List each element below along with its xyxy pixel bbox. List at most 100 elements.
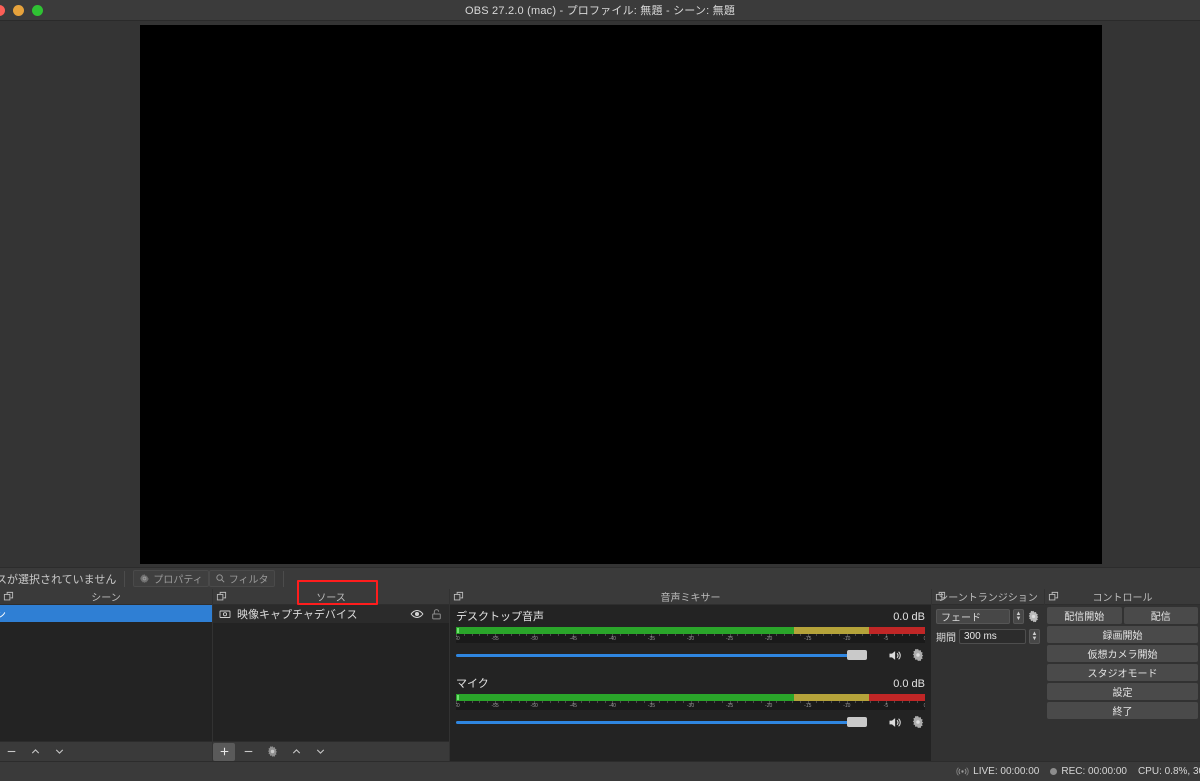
float-icon[interactable] — [3, 591, 14, 602]
meter-minor-tick — [839, 701, 841, 703]
duration-stepper[interactable]: ▲ ▼ — [1029, 629, 1040, 644]
meter-minor-tick — [753, 701, 755, 703]
exit-button[interactable]: 終了 — [1047, 702, 1198, 719]
transition-select-row: フェード ▲ ▼ — [936, 609, 1040, 624]
remove-scene-button[interactable] — [0, 743, 22, 761]
meter-tick-label: -60 — [456, 703, 460, 709]
remove-source-button[interactable] — [237, 743, 259, 761]
transitions-dock-title: シーントランジション — [938, 593, 1038, 604]
stream-button-row: 配信開始 配信 — [1047, 607, 1198, 626]
meter-minor-tick — [823, 701, 825, 703]
move-scene-up-button[interactable] — [24, 743, 46, 761]
gear-icon[interactable] — [911, 715, 925, 729]
live-timer: LIVE: 00:00:00 — [973, 766, 1040, 777]
zoom-button[interactable] — [32, 5, 43, 16]
meter-minor-tick — [612, 634, 614, 636]
gear-icon[interactable] — [911, 648, 925, 662]
studio-mode-button[interactable]: スタジオモード — [1047, 664, 1198, 681]
unlock-icon[interactable] — [430, 608, 443, 621]
float-icon[interactable] — [935, 591, 946, 602]
meter-minor-tick — [604, 701, 606, 703]
move-scene-down-button[interactable] — [48, 743, 70, 761]
meter-minor-tick — [518, 701, 520, 703]
mixer-channel: デスクトップ音声 0.0 dB -60-55-50-45-40-35-30-25… — [450, 605, 931, 663]
meter-minor-tick — [823, 634, 825, 636]
volume-slider-handle[interactable] — [847, 650, 867, 660]
meter-minor-tick — [549, 701, 551, 703]
meter-tick-label: -35 — [647, 703, 656, 709]
properties-button[interactable]: プロパティ — [133, 570, 209, 587]
gear-icon[interactable] — [1027, 610, 1040, 623]
meter-minor-tick — [534, 634, 536, 636]
add-source-button[interactable] — [213, 742, 235, 761]
settings-button[interactable]: 設定 — [1047, 683, 1198, 700]
eye-icon[interactable] — [410, 607, 424, 621]
transition-select[interactable]: フェード — [936, 609, 1010, 624]
meter-tick-label: -35 — [647, 636, 656, 642]
meter-minor-tick — [510, 701, 512, 703]
meter-minor-tick — [721, 701, 723, 703]
meter-minor-tick — [541, 634, 543, 636]
meter-minor-tick — [909, 634, 911, 636]
meter-tick-label: -5 — [883, 636, 889, 642]
mixer-dock-title: 音声ミキサー — [660, 593, 721, 604]
sources-list[interactable]: 映像キャプチャデバイス — [213, 605, 449, 741]
source-settings-button[interactable] — [261, 743, 283, 761]
preview-area[interactable] — [0, 21, 1200, 567]
meter-tick-label: -15 — [804, 636, 812, 642]
float-icon[interactable] — [216, 591, 227, 602]
speaker-icon[interactable] — [886, 648, 903, 663]
speaker-icon[interactable] — [886, 715, 903, 730]
meter-minor-tick — [815, 634, 817, 636]
scenes-list[interactable]: ン — [0, 605, 212, 741]
meter-minor-tick — [839, 634, 841, 636]
meter-minor-tick — [784, 634, 786, 636]
close-button[interactable] — [0, 5, 5, 16]
meter-minor-tick — [667, 701, 669, 703]
volume-slider-handle[interactable] — [847, 717, 867, 727]
meter-minor-tick — [667, 634, 669, 636]
move-source-down-button[interactable] — [309, 743, 331, 761]
meter-minor-tick — [659, 701, 661, 703]
rec-timer: REC: 00:00:00 — [1061, 766, 1127, 777]
meter-tick-label: -45 — [569, 703, 577, 709]
start-recording-button[interactable]: 録画開始 — [1047, 626, 1198, 643]
meter-minor-tick — [651, 701, 653, 703]
minimize-button[interactable] — [13, 5, 24, 16]
stream-secondary-button[interactable]: 配信 — [1123, 607, 1198, 624]
list-item[interactable]: ン — [0, 605, 212, 622]
meter-minor-tick — [471, 634, 473, 636]
meter-tick-label: -25 — [725, 636, 734, 642]
mixer-channel-db: 0.0 dB — [893, 678, 925, 690]
move-source-up-button[interactable] — [285, 743, 307, 761]
meter-minor-tick — [573, 634, 575, 636]
meter-minor-tick — [534, 701, 536, 703]
meter-minor-tick — [659, 634, 661, 636]
meter-minor-tick — [565, 634, 567, 636]
meter-minor-tick — [792, 701, 794, 703]
volume-meter — [456, 627, 925, 634]
obs-main-window: OBS 27.2.0 (mac) - プロファイル: 無題 - シーン: 無題 … — [0, 0, 1200, 781]
filters-button[interactable]: フィルタ — [208, 570, 275, 587]
volume-slider[interactable] — [456, 714, 925, 730]
meter-minor-tick — [815, 701, 817, 703]
meter-minor-tick — [690, 634, 692, 636]
list-item[interactable]: 映像キャプチャデバイス — [213, 605, 449, 623]
camera-icon — [219, 608, 231, 620]
transitions-dock-header: シーントランジション — [932, 589, 1044, 605]
meter-minor-tick — [729, 634, 731, 636]
volume-slider[interactable] — [456, 647, 925, 663]
scenes-dock-title: シーン — [91, 593, 121, 604]
float-icon[interactable] — [453, 591, 464, 602]
meter-minor-tick — [870, 634, 872, 636]
transition-stepper[interactable]: ▲ ▼ — [1013, 609, 1024, 624]
start-streaming-button[interactable]: 配信開始 — [1047, 607, 1122, 624]
transition-duration-input[interactable]: 300 ms — [959, 629, 1026, 644]
cpu-status: CPU: 0.8%, 30.00 — [1137, 766, 1200, 777]
start-virtual-camera-button[interactable]: 仮想カメラ開始 — [1047, 645, 1198, 662]
float-icon[interactable] — [1048, 591, 1059, 602]
preview-canvas[interactable] — [140, 25, 1102, 564]
meter-tick-label: -30 — [686, 703, 695, 709]
meter-tick-label: -50 — [530, 703, 538, 709]
meter-minor-tick — [565, 701, 567, 703]
